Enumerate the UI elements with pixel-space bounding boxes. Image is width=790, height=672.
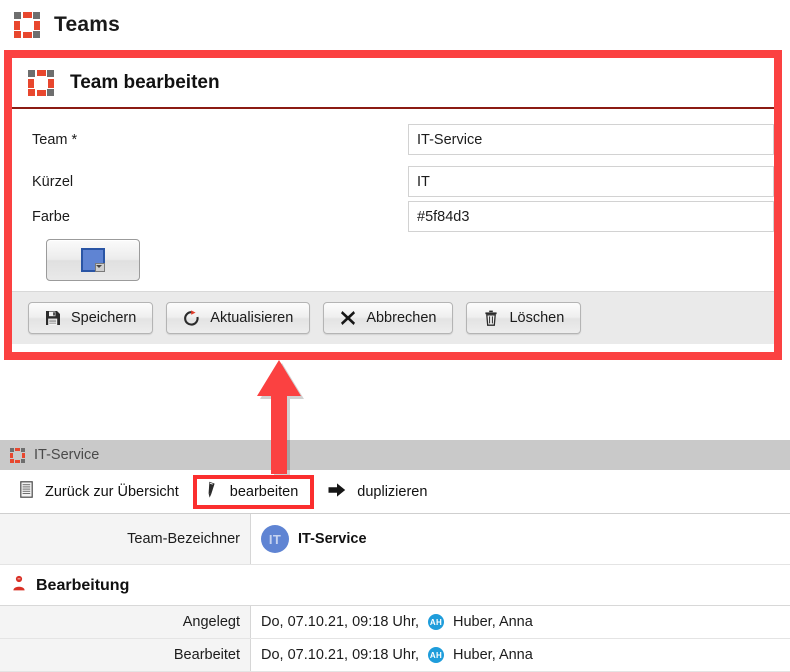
form-button-bar: Speichern Aktualisieren Abbrechen (12, 291, 774, 344)
team-color-input[interactable] (408, 201, 774, 232)
edit-team-panel-highlight: Team bearbeiten Team * Kürzel Farbe (4, 50, 782, 360)
table-row: Angelegt Do, 07.10.21, 09:18 Uhr, AH Hub… (0, 606, 790, 639)
color-picker-button[interactable] (46, 239, 140, 281)
teams-icon (28, 70, 54, 96)
form-row-farbe: Farbe (12, 200, 774, 233)
panel-header: Team bearbeiten (12, 58, 774, 109)
save-icon (45, 310, 61, 326)
save-button-label: Speichern (71, 310, 136, 326)
row-key-bearbeitet: Bearbeitet (0, 639, 251, 672)
row-key-angelegt: Angelegt (0, 606, 251, 639)
duplicate-action[interactable]: duplizieren (320, 477, 435, 507)
teams-icon (10, 448, 25, 463)
refresh-button-label: Aktualisieren (210, 310, 293, 326)
arrow-right-icon (328, 482, 346, 502)
panel-title: Team bearbeiten (70, 72, 220, 94)
refresh-button[interactable]: Aktualisieren (166, 302, 310, 334)
detail-header-bar: IT-Service (0, 440, 790, 470)
section-header-bearbeitung: Bearbeitung (0, 565, 790, 606)
angelegt-timestamp: Do, 07.10.21, 09:18 Uhr, (261, 614, 419, 630)
form-row-kuerzel: Kürzel (12, 165, 774, 198)
list-icon (20, 481, 34, 502)
trash-icon (483, 310, 499, 326)
back-to-overview-action[interactable]: Zurück zur Übersicht (12, 476, 187, 507)
table-row: Team-Bezeichner IT IT-Service (0, 514, 790, 565)
table-row: Bearbeitet Do, 07.10.21, 09:18 Uhr, AH H… (0, 639, 790, 672)
row-value-bearbeitet: Do, 07.10.21, 09:18 Uhr, AH Huber, Anna (251, 639, 790, 672)
label-farbe: Farbe (12, 209, 408, 225)
team-name-value: IT-Service (298, 531, 367, 547)
row-value-angelegt: Do, 07.10.21, 09:18 Uhr, AH Huber, Anna (251, 606, 790, 639)
row-key-team-bezeichner: Team-Bezeichner (0, 514, 251, 565)
avatar: AH (428, 647, 444, 663)
bearbeitet-timestamp: Do, 07.10.21, 09:18 Uhr, (261, 647, 419, 663)
refresh-icon (183, 310, 200, 327)
section-title: Bearbeitung (36, 577, 129, 595)
team-identifier-table: Team-Bezeichner IT IT-Service (0, 514, 790, 565)
color-picker-row (12, 239, 774, 281)
user-icon (12, 575, 26, 596)
delete-button[interactable]: Löschen (466, 302, 581, 334)
label-team: Team * (12, 132, 408, 148)
delete-button-label: Löschen (509, 310, 564, 326)
team-name-input[interactable] (408, 124, 774, 155)
duplicate-action-label: duplizieren (357, 484, 427, 500)
cancel-icon (340, 310, 356, 326)
detail-toolbar: Zurück zur Übersicht bearbeiten duplizie… (0, 470, 790, 514)
edit-history-table: Angelegt Do, 07.10.21, 09:18 Uhr, AH Hub… (0, 606, 790, 672)
color-swatch-icon (81, 248, 105, 272)
avatar: AH (428, 614, 444, 630)
pencil-icon (205, 481, 219, 503)
teams-icon (14, 12, 40, 38)
team-detail-view: IT-Service Zurück zur Übersicht (0, 440, 790, 672)
cancel-button[interactable]: Abbrechen (323, 302, 453, 334)
team-short-input[interactable] (408, 166, 774, 197)
team-form: Team * Kürzel Farbe (12, 109, 774, 291)
label-kuerzel: Kürzel (12, 174, 408, 190)
edit-action[interactable]: bearbeiten (193, 475, 315, 509)
save-button[interactable]: Speichern (28, 302, 153, 334)
row-value-team-bezeichner: IT IT-Service (251, 514, 790, 565)
page-header: Teams (0, 0, 790, 50)
bearbeitet-user: Huber, Anna (453, 647, 533, 663)
form-row-team: Team * (12, 123, 774, 156)
angelegt-user: Huber, Anna (453, 614, 533, 630)
back-to-overview-label: Zurück zur Übersicht (45, 484, 179, 500)
avatar: IT (261, 525, 289, 553)
page-title: Teams (54, 13, 120, 37)
detail-header-label: IT-Service (34, 447, 99, 463)
edit-action-label: bearbeiten (230, 484, 299, 500)
cancel-button-label: Abbrechen (366, 310, 436, 326)
